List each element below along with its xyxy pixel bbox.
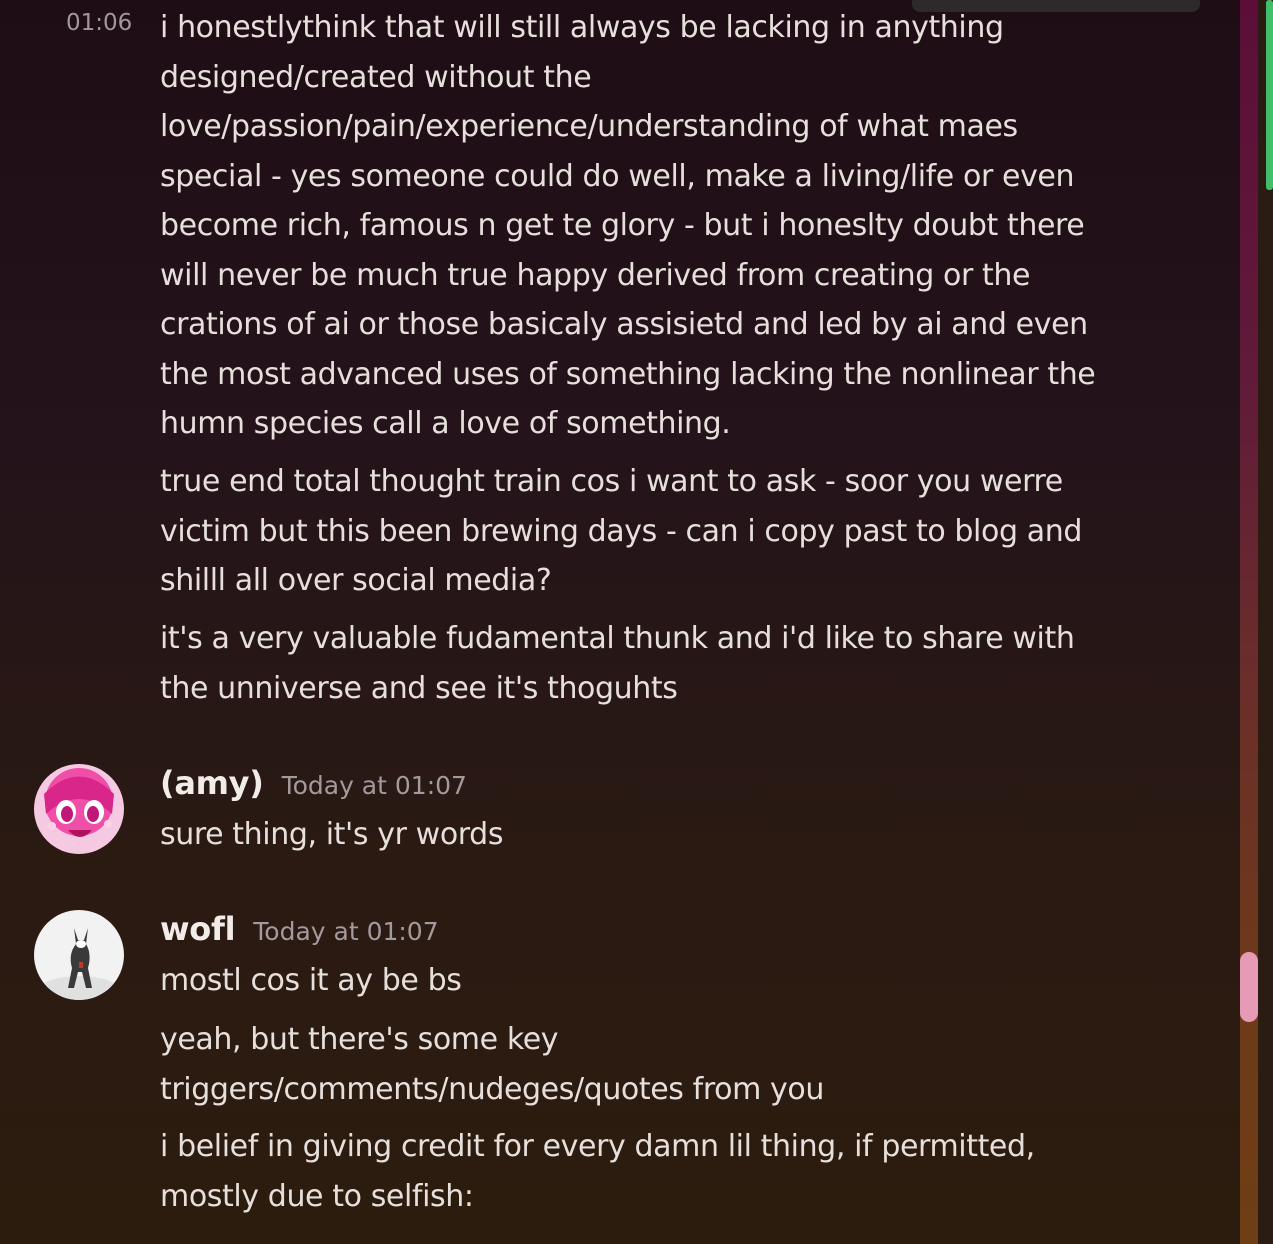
message-content: mostl cos it ay be bs (160, 963, 462, 998)
scrollbar-track[interactable] (1240, 0, 1258, 1244)
message-header-amy: (amy) Today at 01:07 (160, 764, 467, 802)
right-edge-accent (1266, 0, 1273, 190)
message-content: true end total thought train cos i want … (160, 464, 1082, 598)
message-header-wofl: wofl Today at 01:07 (160, 910, 439, 948)
author-name[interactable]: (amy) (160, 764, 264, 802)
message-content: sure thing, it's yr words (160, 817, 504, 852)
message-content: it's a very valuable fudamental thunk an… (160, 621, 1075, 706)
author-name[interactable]: wofl (160, 910, 236, 948)
avatar-wofl[interactable] (34, 910, 124, 1000)
message-content: i belief in giving credit for every damn… (160, 1129, 1035, 1214)
gutter-timestamp: 01:06 (66, 10, 133, 36)
message-content: yeah, but there's some key triggers/comm… (160, 1022, 824, 1107)
avatar-image (34, 910, 124, 1000)
avatar-image (34, 764, 124, 854)
message-list: 01:06 i honestlythink that will still al… (0, 0, 1240, 1244)
avatar-amy[interactable] (34, 764, 124, 854)
message-content: i honestlythink that will still always b… (160, 10, 1096, 441)
scrollbar-thumb[interactable] (1240, 952, 1258, 1022)
message-timestamp[interactable]: Today at 01:07 (253, 917, 438, 946)
message-timestamp[interactable]: Today at 01:07 (282, 771, 467, 800)
